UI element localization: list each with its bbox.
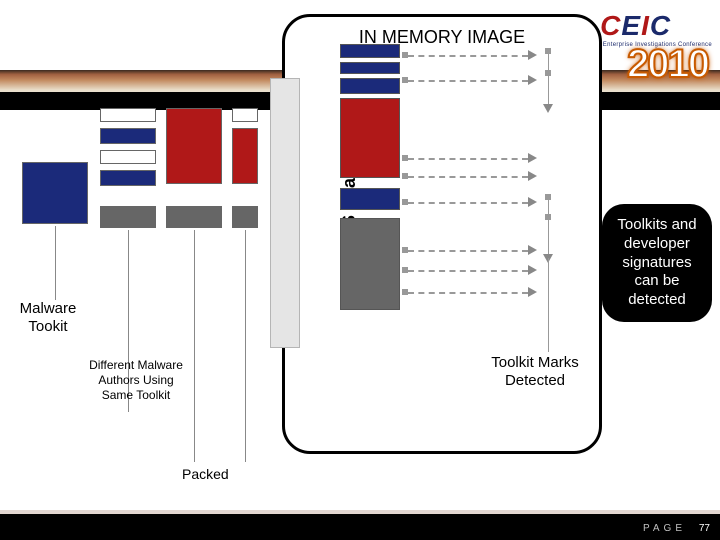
packed-block bbox=[22, 162, 88, 224]
packed-block bbox=[166, 108, 222, 184]
arrow-right-icon bbox=[528, 153, 537, 163]
mark-tick bbox=[545, 70, 551, 76]
mark-line bbox=[408, 55, 528, 57]
mark-tick bbox=[545, 214, 551, 220]
connector-line bbox=[194, 230, 195, 462]
label-toolkit-marks: Toolkit Marks Detected bbox=[480, 354, 590, 390]
mark-line bbox=[408, 176, 528, 178]
mark-vline bbox=[548, 196, 549, 254]
mark-tick bbox=[402, 77, 408, 83]
footer-page-word: PAGE bbox=[643, 523, 686, 534]
memory-segment bbox=[340, 44, 400, 58]
packed-block bbox=[232, 206, 258, 228]
footer-page-number: 77 bbox=[699, 523, 710, 534]
mark-tick bbox=[402, 155, 408, 161]
mark-tick bbox=[402, 199, 408, 205]
memory-segment bbox=[340, 218, 400, 310]
mark-line bbox=[408, 158, 528, 160]
mark-line bbox=[408, 202, 528, 204]
mark-tick bbox=[402, 173, 408, 179]
mark-tick bbox=[402, 267, 408, 273]
packed-block bbox=[232, 108, 258, 122]
mark-vline bbox=[548, 50, 549, 104]
memory-segment bbox=[340, 78, 400, 94]
mark-line bbox=[408, 80, 528, 82]
arrow-down-icon bbox=[543, 104, 553, 113]
packed-block bbox=[232, 128, 258, 184]
arrow-right-icon bbox=[528, 245, 537, 255]
mark-line bbox=[408, 292, 528, 294]
arrow-right-icon bbox=[528, 50, 537, 60]
callout-text: Toolkits and developer signatures can be… bbox=[617, 216, 696, 308]
os-loader-bar bbox=[270, 78, 300, 348]
packed-block bbox=[100, 170, 156, 186]
memory-segment bbox=[340, 98, 400, 178]
label-malware-toolkit: Malware Tookit bbox=[4, 300, 92, 336]
packed-block bbox=[100, 128, 156, 144]
connector-line bbox=[548, 258, 549, 352]
memory-segment bbox=[340, 188, 400, 210]
packed-block bbox=[100, 108, 156, 122]
mark-tick bbox=[402, 247, 408, 253]
connector-line bbox=[55, 226, 56, 300]
mark-tick bbox=[402, 52, 408, 58]
arrow-right-icon bbox=[528, 171, 537, 181]
memory-segment bbox=[340, 62, 400, 74]
label-packed: Packed bbox=[182, 466, 229, 482]
mark-tick bbox=[545, 48, 551, 54]
mark-line bbox=[408, 250, 528, 252]
arrow-right-icon bbox=[528, 197, 537, 207]
label-different-authors: Different Malware Authors Using Same Too… bbox=[86, 358, 186, 403]
year-badge: 2010 bbox=[627, 42, 708, 87]
mark-tick bbox=[402, 289, 408, 295]
packed-block bbox=[100, 206, 156, 228]
packed-block bbox=[100, 150, 156, 164]
arrow-right-icon bbox=[528, 265, 537, 275]
mark-tick bbox=[545, 194, 551, 200]
arrow-right-icon bbox=[528, 75, 537, 85]
connector-line bbox=[245, 230, 246, 462]
mark-line bbox=[408, 270, 528, 272]
footer-black-bar bbox=[0, 514, 720, 540]
packed-block bbox=[166, 206, 222, 228]
arrow-right-icon bbox=[528, 287, 537, 297]
callout-bubble: Toolkits and developer signatures can be… bbox=[602, 204, 712, 322]
